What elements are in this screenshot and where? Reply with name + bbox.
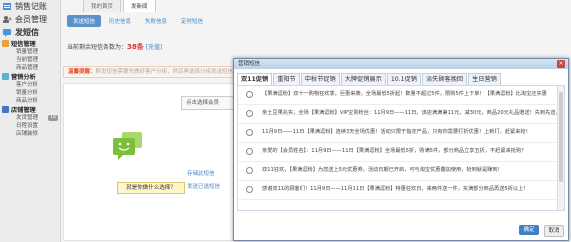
warning-prefix: 温馨提醒：	[68, 69, 96, 75]
store-icon	[2, 106, 9, 113]
balance-value: 38条	[127, 43, 144, 51]
count-badge: 16	[48, 115, 58, 121]
dialog-titlebar: 营销短信 ×	[234, 59, 568, 69]
scrollbar[interactable]	[557, 86, 564, 210]
template-text: 11月9日——11日【果满逗粉】连续3天全场优惠！活动只限于指定产品，只有你需要…	[262, 129, 531, 135]
sidebar-item[interactable]: 商品管理	[0, 64, 60, 72]
sidebar-item[interactable]: 当前管理	[0, 56, 60, 64]
group-label: 店铺管理	[11, 107, 36, 114]
sub-tabs: 发送短信 历史信息 失败信息 定时短信	[67, 15, 211, 27]
marketing-sms-dialog: 营销短信 × 双11促销 重阳节 中秋节促销 大牌促销展示 10.1促销 淡失顾…	[233, 58, 569, 241]
dialog-footer: 确定 取消	[519, 225, 564, 237]
sidebar-item[interactable]: 商品分析	[0, 97, 60, 105]
close-icon[interactable]: ×	[557, 60, 565, 68]
template-text: 感谢双11的顾客们！11月9日——11月11日【果满逗粉】特惠狂欢日，来两件送一…	[262, 186, 526, 192]
sidebar-group-analysis[interactable]: 营销分析	[0, 72, 60, 81]
template-text: 亲土豆果兆实，全场【果满逗粉】VIP宝贵粉丝：11月9日——11日，该店满满第1…	[262, 110, 562, 116]
template-text: 亲爱的【会员姓名】：11月9日——11日【果满逗粉】全场最低5折，购满5件，部分…	[262, 148, 527, 154]
ok-button[interactable]: 确定	[519, 225, 539, 235]
tab-send-news[interactable]: 发新闻	[123, 0, 156, 12]
send-sms-link[interactable]: 发送已选短信	[187, 182, 220, 190]
radio-button[interactable]	[246, 167, 253, 174]
template-text: 双11狂欢，【果满逗粉】为您送上5元优惠券，活动日期已开启，可与淘宝优惠叠加使用…	[262, 167, 503, 173]
sidebar-item[interactable]: 日程设置	[0, 122, 60, 130]
radio-button[interactable]	[246, 186, 253, 193]
template-option[interactable]: 11月9日——11日【果满逗粉】连续3天全场优惠！活动只限于指定产品，只有你需要…	[238, 124, 564, 143]
sms-icon	[2, 28, 12, 37]
help-button[interactable]: 就是你做什么选择？	[117, 182, 185, 194]
sms-manage-icon	[2, 40, 9, 47]
sidebar-section-sales[interactable]: 销售记账	[0, 0, 60, 13]
template-text: 【果满逗粉】双十一购物狂欢季，巨惠来袭，全场最低5折起！数量不超过5件，限购5件…	[262, 91, 547, 97]
sidebar-item[interactable]: 客户分析	[0, 81, 60, 89]
radio-button[interactable]	[246, 148, 253, 155]
template-option[interactable]: 【果满逗粉】双十一购物狂欢季，巨惠来袭，全场最低5折起！数量不超过5件，限购5件…	[238, 86, 564, 105]
recharge-link[interactable]: [充值]	[146, 44, 163, 51]
template-option[interactable]: 双11狂欢，【果满逗粉】为您送上5元优惠券，活动日期已开启，可与淘宝优惠叠加使用…	[238, 162, 564, 181]
scrollbar-thumb[interactable]	[559, 92, 563, 182]
sidebar: 销售记账 会员管理 发短信 短信管理 销量管理 当前管理 商品管理 营销分析 客…	[0, 0, 61, 242]
save-sms-link[interactable]: 存储此短信	[187, 169, 215, 177]
cancel-button[interactable]: 取消	[544, 225, 564, 237]
dialog-title: 营销短信	[238, 61, 261, 67]
sidebar-section-label: 销售记账	[15, 2, 47, 11]
balance-label: 当前剩余短信条数为：	[67, 44, 128, 51]
item-label: 发货管理	[16, 115, 39, 121]
sidebar-section-label: 会员管理	[15, 15, 47, 24]
sidebar-section-members[interactable]: 会员管理	[0, 13, 60, 26]
subtab-send[interactable]: 发送短信	[67, 15, 102, 27]
top-tabs: 我的首页 发新闻	[61, 0, 571, 12]
chat-icon	[113, 132, 143, 162]
template-option[interactable]: 感谢双11的顾客们！11月9日——11月11日【果满逗粉】特惠狂欢日，来两件送一…	[238, 181, 564, 200]
sales-ledger-icon	[2, 2, 12, 11]
group-label: 短信管理	[11, 41, 36, 48]
subtab-scheduled[interactable]: 定时短信	[175, 15, 209, 27]
sidebar-group-sms-manage[interactable]: 短信管理	[0, 39, 60, 48]
sidebar-group-store[interactable]: 店铺管理	[0, 105, 60, 114]
sidebar-section-label: 发短信	[15, 28, 39, 37]
radio-button[interactable]	[246, 110, 253, 117]
template-list: 【果满逗粉】双十一购物狂欢季，巨惠来袭，全场最低5折起！数量不超过5件，限购5件…	[237, 85, 565, 211]
template-option[interactable]: 亲土豆果兆实，全场【果满逗粉】VIP宝贵粉丝：11月9日——11日，该店满满第1…	[238, 105, 564, 124]
sidebar-item[interactable]: 店铺装修	[0, 130, 60, 138]
sidebar-item[interactable]: 销量管理	[0, 48, 60, 56]
sidebar-section-sms[interactable]: 发短信	[0, 26, 60, 39]
template-option[interactable]: 亲爱的【会员姓名】：11月9日——11日【果满逗粉】全场最低5折，购满5件，部分…	[238, 143, 564, 162]
group-label: 营销分析	[11, 74, 36, 81]
subtab-failed[interactable]: 失败信息	[139, 15, 173, 27]
sidebar-item-shipping[interactable]: 发货管理 16	[0, 114, 60, 122]
radio-button[interactable]	[246, 91, 253, 98]
tab-home[interactable]: 我的首页	[83, 0, 122, 12]
sidebar-item[interactable]: 销量分析	[0, 89, 60, 97]
balance-line: 当前剩余短信条数为：38条 [充值]	[67, 42, 162, 52]
subtab-history[interactable]: 历史信息	[103, 15, 137, 27]
radio-button[interactable]	[246, 129, 253, 136]
analysis-icon	[2, 73, 9, 80]
members-icon	[2, 15, 12, 24]
